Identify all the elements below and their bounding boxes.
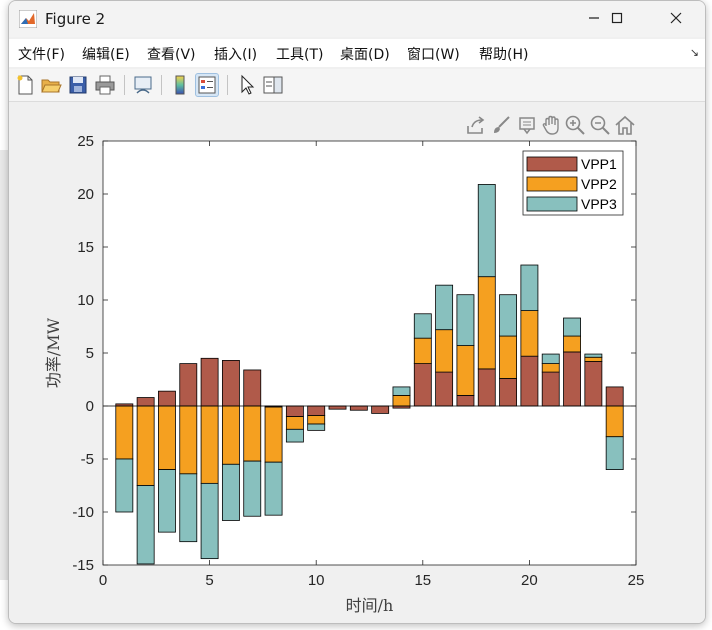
legend-label-vpp3: VPP3 <box>581 196 617 212</box>
bar-vpp3-14 <box>392 386 411 396</box>
bar-vpp3-21 <box>541 353 560 364</box>
y-tick-label: 0 <box>86 398 94 415</box>
bar-vpp2-16 <box>435 329 454 373</box>
y-tick-label: 20 <box>77 186 94 203</box>
bar-vpp3-8 <box>264 461 283 516</box>
bar-vpp3-1 <box>115 458 134 513</box>
bar-vpp2-6 <box>221 405 240 465</box>
bar-vpp3-18 <box>477 184 496 278</box>
bar-vpp2-2 <box>136 405 155 486</box>
x-tick-label: 15 <box>414 572 431 589</box>
bar-vpp2-10 <box>307 415 326 425</box>
bar-vpp1-15 <box>413 363 432 407</box>
bar-vpp1-11 <box>328 405 347 410</box>
bar-vpp2-21 <box>541 363 560 373</box>
bar-vpp2-17 <box>456 345 475 396</box>
y-tick-label: -10 <box>72 504 94 521</box>
x-tick-label: 0 <box>99 572 107 589</box>
bar-vpp2-19 <box>499 335 518 379</box>
bar-vpp2-3 <box>158 405 176 470</box>
legend-label-vpp1: VPP1 <box>581 156 617 172</box>
bar-vpp1-13 <box>371 405 390 414</box>
bar-vpp1-9 <box>285 405 304 418</box>
legend-label-vpp2: VPP2 <box>581 176 617 192</box>
bar-vpp3-15 <box>413 313 432 339</box>
x-tick-label: 25 <box>628 572 645 589</box>
legend-swatch-vpp2 <box>526 176 578 192</box>
bar-vpp1-18 <box>477 368 496 407</box>
figure-window: Figure 2 文件(F) 编辑(E) 查看(V) 插入(I) 工具(T) 桌… <box>8 0 706 624</box>
bar-vpp3-7 <box>243 460 262 517</box>
bar-vpp3-5 <box>200 482 219 560</box>
bar-vpp1-10 <box>307 405 326 416</box>
y-tick-label: 25 <box>77 133 94 150</box>
bar-vpp2-18 <box>477 276 496 370</box>
bar-vpp3-6 <box>221 463 240 521</box>
y-tick-label: -15 <box>72 557 94 574</box>
bar-vpp1-17 <box>456 394 475 407</box>
bar-vpp3-3 <box>158 469 176 533</box>
bar-vpp1-4 <box>179 363 198 407</box>
bar-vpp2-24 <box>605 405 624 438</box>
bar-vpp1-22 <box>563 351 581 407</box>
y-axis-label: 功率/MW <box>44 317 63 388</box>
bar-vpp3-24 <box>605 436 624 470</box>
bar-vpp2-23 <box>584 356 603 362</box>
bar-vpp2-7 <box>243 405 262 462</box>
bar-vpp1-3 <box>158 390 176 407</box>
bar-vpp1-5 <box>200 357 219 407</box>
bar-vpp2-15 <box>413 337 432 365</box>
bar-vpp2-9 <box>285 416 304 430</box>
bar-vpp3-22 <box>563 317 581 337</box>
bar-vpp3-17 <box>456 294 475 346</box>
bar-vpp1-23 <box>584 361 603 407</box>
bar-vpp1-24 <box>605 386 624 407</box>
bar-vpp3-4 <box>179 473 198 543</box>
bar-vpp2-14 <box>392 394 411 407</box>
bar-vpp1-19 <box>499 378 518 407</box>
bar-vpp2-5 <box>200 405 219 484</box>
bar-vpp2-4 <box>179 405 198 475</box>
bar-vpp3-20 <box>520 264 539 311</box>
x-tick-label: 5 <box>205 572 213 589</box>
bar-vpp1-12 <box>349 405 368 411</box>
y-tick-label: -5 <box>81 451 94 468</box>
bar-vpp3-16 <box>435 284 454 331</box>
bar-vpp2-20 <box>520 310 539 357</box>
y-tick-label: 5 <box>86 345 94 362</box>
bar-vpp3-2 <box>136 485 155 565</box>
y-tick-label: 15 <box>77 239 94 256</box>
bar-vpp1-2 <box>136 397 155 407</box>
bar-vpp3-23 <box>584 353 603 358</box>
bar-vpp2-8 <box>264 406 283 463</box>
bar-vpp3-9 <box>285 428 304 443</box>
bar-vpp1-16 <box>435 371 454 407</box>
bar-vpp3-19 <box>499 294 518 337</box>
bar-vpp1-6 <box>221 360 240 407</box>
bar-vpp1-7 <box>243 369 262 407</box>
legend-swatch-vpp1 <box>526 156 578 172</box>
y-tick-label: 10 <box>77 292 94 309</box>
bar-vpp2-22 <box>563 335 581 353</box>
x-tick-label: 10 <box>308 572 325 589</box>
bar-chart: 0 5 10 15 20 25 -15 -10 -5 0 5 10 15 20 25 时间/h 功率/MW VPP… <box>44 133 645 615</box>
x-tick-label: 20 <box>521 572 538 589</box>
bar-vpp1-20 <box>520 355 539 407</box>
bar-vpp2-1 <box>115 405 134 460</box>
legend-swatch-vpp3 <box>526 196 578 212</box>
bar-vpp3-10 <box>307 423 326 431</box>
bar-vpp1-21 <box>541 371 560 407</box>
x-axis-label: 时间/h <box>346 596 394 615</box>
